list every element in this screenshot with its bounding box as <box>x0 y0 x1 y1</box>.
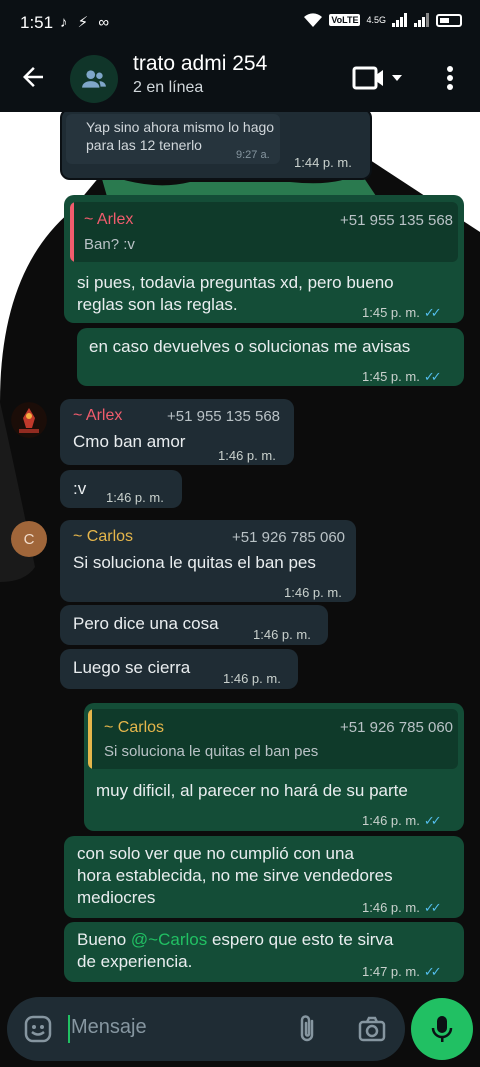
message-bubble-top[interactable]: Yap sino ahora mismo lo hago para las 12… <box>60 112 372 180</box>
message-bubble-5[interactable]: ~ Carlos +51 926 785 060 Si soluciona le… <box>60 520 356 602</box>
notification-icons: ♪ ⚡ ∞ <box>60 14 113 31</box>
attach-icon[interactable] <box>297 1014 319 1044</box>
group-icon <box>82 70 106 88</box>
message-bubble-4[interactable]: :v 1:46 p. m. <box>60 470 182 508</box>
chat-subtitle[interactable]: 2 en línea <box>133 79 203 97</box>
message-text-line1: si pues, todavia preguntas xd, pero buen… <box>77 273 394 292</box>
quoted-text-line2: para las 12 tenerlo <box>86 137 202 153</box>
message-time: 1:47 p. m. ✓✓ <box>362 964 442 979</box>
message-time: 1:44 p. m. <box>294 155 352 170</box>
quote-bar <box>70 202 74 262</box>
message-text: Cmo ban amor <box>73 432 186 451</box>
read-ticks-icon: ✓✓ <box>423 964 442 979</box>
read-ticks-icon: ✓✓ <box>423 900 442 915</box>
message-time: 1:46 p. m. <box>106 490 164 505</box>
volte-badge: VoLTE <box>329 14 361 26</box>
mention-carlos[interactable]: @~Carlos <box>131 930 207 949</box>
message-time: 1:46 p. m. ✓✓ <box>362 813 442 828</box>
read-ticks-icon: ✓✓ <box>423 813 442 828</box>
message-bubble-3[interactable]: ~ Arlex +51 955 135 568 Cmo ban amor 1:4… <box>60 399 294 465</box>
message-text: :v <box>73 479 87 498</box>
message-phone: +51 926 785 060 <box>232 529 346 546</box>
wifi-icon <box>304 13 323 27</box>
quote-bar <box>88 709 92 769</box>
message-bubble-2[interactable]: en caso devuelves o solucionas me avisas… <box>77 328 464 386</box>
message-bubble-10[interactable]: Bueno @~Carlos espero que esto te sirva … <box>64 922 464 982</box>
arlex-avatar[interactable] <box>11 402 47 438</box>
status-time: 1:51 <box>20 13 54 32</box>
read-ticks-icon: ✓✓ <box>423 305 442 320</box>
message-text-line2: reglas son las reglas. <box>77 295 238 314</box>
back-arrow-icon[interactable] <box>18 62 48 92</box>
carlos-avatar[interactable]: C <box>11 521 47 557</box>
signal-icon <box>392 13 407 27</box>
quoted-phone: +51 955 135 568 <box>340 212 454 229</box>
chat-header: trato admi 254 2 en línea <box>0 46 480 112</box>
quoted-message[interactable]: Yap sino ahora mismo lo hago para las 12… <box>66 114 280 164</box>
message-bubble-6[interactable]: Pero dice una cosa 1:46 p. m. <box>60 605 328 645</box>
message-time: 1:46 p. m. <box>223 671 281 686</box>
sticker-icon[interactable] <box>24 1015 52 1043</box>
quoted-time: 9:27 a. m. <box>236 149 270 161</box>
camera-icon[interactable] <box>358 1016 386 1042</box>
message-text-line1: con solo ver que no cumplió con una <box>77 844 354 863</box>
status-bar: 1:51 ♪ ⚡ ∞ VoLTE 4.5G <box>0 0 480 46</box>
chat-title[interactable]: trato admi 254 <box>133 52 267 76</box>
message-phone: +51 955 135 568 <box>167 408 281 425</box>
signal-2-icon <box>414 13 429 27</box>
quoted-message[interactable]: ~ Arlex +51 955 135 568 Ban? :v <box>70 202 458 262</box>
quoted-sender: ~ Carlos <box>104 719 165 736</box>
message-time: 1:45 p. m. ✓✓ <box>362 305 442 320</box>
quoted-phone: +51 926 785 060 <box>340 719 454 736</box>
message-time: 1:46 p. m. <box>284 585 342 600</box>
quoted-text: Si soluciona le quitas el ban pes <box>104 743 319 760</box>
message-text-line2: de experiencia. <box>77 952 193 971</box>
quoted-sender: ~ Arlex <box>84 211 134 228</box>
chat-area[interactable]: Yap sino ahora mismo lo hago para las 12… <box>0 112 480 1067</box>
group-avatar[interactable] <box>70 55 118 103</box>
message-time: 1:46 p. m. <box>218 448 276 463</box>
message-text-line1: Bueno @~Carlos espero que esto te sirva <box>77 930 394 949</box>
message-input-bar[interactable]: Mensaje <box>7 997 405 1061</box>
message-text: en caso devuelves o solucionas me avisas <box>89 337 411 356</box>
network-label: 4.5G <box>366 15 386 25</box>
read-ticks-icon: ✓✓ <box>423 369 442 384</box>
message-time: 1:45 p. m. ✓✓ <box>362 369 442 384</box>
message-bubble-8[interactable]: ~ Carlos +51 926 785 060 Si soluciona le… <box>84 703 464 831</box>
more-vert-icon[interactable] <box>440 63 460 93</box>
message-text-line3: mediocres <box>77 888 156 907</box>
message-text: Pero dice una cosa <box>73 614 219 633</box>
message-sender: ~ Arlex <box>73 407 123 424</box>
message-bubble-9[interactable]: con solo ver que no cumplió con una hora… <box>64 836 464 918</box>
message-time: 1:46 p. m. ✓✓ <box>362 900 442 915</box>
message-text: Luego se cierra <box>73 658 191 677</box>
message-text-line2: hora establecida, no me sirve vendedores <box>77 866 393 885</box>
message-sender: ~ Carlos <box>73 528 134 545</box>
battery-icon <box>436 13 462 27</box>
text-cursor <box>68 1015 70 1043</box>
mic-icon <box>431 1016 453 1042</box>
message-time: 1:46 p. m. <box>253 627 311 642</box>
quoted-message[interactable]: ~ Carlos +51 926 785 060 Si soluciona le… <box>88 709 458 769</box>
message-input[interactable]: Mensaje <box>71 1016 147 1039</box>
message-text: muy dificil, al parecer no hará de su pa… <box>96 781 408 800</box>
video-call-icon[interactable] <box>352 65 408 91</box>
mic-button[interactable] <box>411 998 473 1060</box>
message-bubble-1[interactable]: ~ Arlex +51 955 135 568 Ban? :v si pues,… <box>64 195 464 323</box>
message-text: Si soluciona le quitas el ban pes <box>73 553 316 572</box>
message-bubble-7[interactable]: Luego se cierra 1:46 p. m. <box>60 649 298 689</box>
quoted-text: Ban? :v <box>84 236 135 253</box>
system-icons: VoLTE 4.5G <box>303 12 462 28</box>
